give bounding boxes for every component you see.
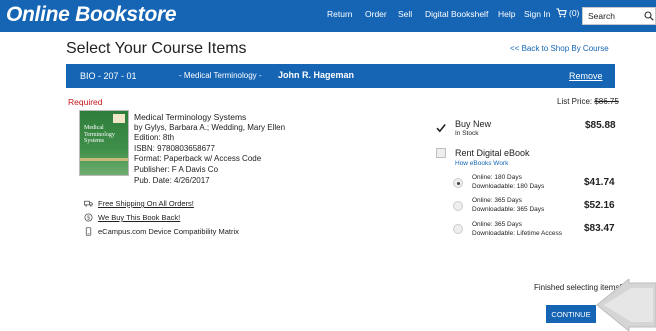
rent-ebook-label: Rent Digital eBook <box>455 148 530 158</box>
pointer-arrow-icon <box>596 279 656 331</box>
how-ebooks-work-link[interactable]: How eBooks Work <box>455 160 508 167</box>
svg-text:$: $ <box>87 215 90 221</box>
cart-icon <box>556 8 567 18</box>
book-authors: by Gylys, Barbara A.; Wedding, Mary Elle… <box>134 122 286 132</box>
rental-option-radio-3[interactable] <box>453 224 463 234</box>
rental-option-radio-1[interactable] <box>453 178 463 188</box>
back-to-shop-link[interactable]: << Back to Shop By Course <box>510 44 609 53</box>
course-instructor: John R. Hageman <box>278 70 355 80</box>
rental-option-1-price: $41.74 <box>584 177 615 188</box>
rental-option-2-price: $52.16 <box>584 200 615 211</box>
search-icon[interactable] <box>644 11 654 21</box>
rental-option-radio-2[interactable] <box>453 201 463 211</box>
course-name: - Medical Terminology - <box>179 71 262 80</box>
page-title: Select Your Course Items <box>66 40 247 57</box>
rental-option-3: Online: 365 Days Downloadable: Lifetime … <box>472 221 562 238</box>
dollar-icon: $ <box>84 213 93 222</box>
site-logo[interactable]: Online Bookstore <box>6 3 177 27</box>
continue-button[interactable]: CONTINUE <box>546 305 596 323</box>
checkmark-icon <box>436 123 446 133</box>
buy-new-label: Buy New <box>455 119 492 129</box>
rental-option-3-download: Downloadable: Lifetime Access <box>472 229 562 237</box>
book-format: Format: Paperback w/ Access Code <box>134 154 262 164</box>
rental-option-1-download: Downloadable: 180 Days <box>472 182 545 190</box>
book-isbn: ISBN: 9780803658677 <box>134 143 215 153</box>
cover-stripe <box>80 158 128 161</box>
nav-help[interactable]: Help <box>498 9 515 19</box>
rent-ebook-checkbox[interactable] <box>436 148 446 158</box>
nav-sell[interactable]: Sell <box>398 9 412 19</box>
device-icon <box>85 227 92 236</box>
rental-option-1-online: Online: 180 Days <box>472 174 522 181</box>
free-shipping-item: Free Shipping On All Orders! <box>84 199 194 208</box>
cover-badge <box>113 114 125 123</box>
free-shipping-link[interactable]: Free Shipping On All Orders! <box>98 199 194 208</box>
nav-return[interactable]: Return <box>327 9 353 19</box>
buy-new-checkbox[interactable] <box>436 120 446 133</box>
stock-status: In Stock <box>455 130 479 137</box>
book-title: Medical Terminology Systems <box>134 112 247 122</box>
search-box <box>582 7 656 25</box>
book-edition: Edition: 8th <box>134 133 175 143</box>
cover-title-line-3: Systems <box>84 138 105 144</box>
book-publisher: Publisher: F A Davis Co <box>134 164 219 174</box>
buyback-item: $ We Buy This Book Back! <box>84 213 180 222</box>
rental-option-2-download: Downloadable: 365 Days <box>472 205 545 213</box>
rental-option-3-online: Online: 365 Days <box>472 221 522 228</box>
nav-digital-bookshelf[interactable]: Digital Bookshelf <box>425 9 488 19</box>
course-code: BIO - 207 - 01 <box>80 71 137 81</box>
rental-option-1: Online: 180 Days Downloadable: 180 Days <box>472 174 544 191</box>
list-price-label: List Price: <box>557 97 593 106</box>
remove-course-link[interactable]: Remove <box>569 71 603 81</box>
cart-count: (0) <box>569 8 580 18</box>
search-input[interactable] <box>583 8 643 24</box>
course-header-bar: BIO - 207 - 01 - Medical Terminology - J… <box>66 64 615 88</box>
compatibility-item: eCampus.com Device Compatibility Matrix <box>84 227 239 236</box>
nav-sign-in[interactable]: Sign In <box>524 9 550 19</box>
book-details: Medical Terminology Systems by Gylys, Ba… <box>134 112 285 186</box>
truck-icon <box>84 200 93 207</box>
list-price-value: $86.75 <box>594 97 619 106</box>
cart-button[interactable]: (0) <box>556 8 579 18</box>
rental-option-3-price: $83.47 <box>584 223 615 234</box>
buy-new-price: $85.88 <box>585 120 616 131</box>
rental-option-2-online: Online: 365 Days <box>472 197 522 204</box>
nav-order[interactable]: Order <box>365 9 387 19</box>
buyback-link[interactable]: We Buy This Book Back! <box>98 213 180 222</box>
top-navigation-bar: Online Bookstore Return Order Sell Digit… <box>0 0 656 32</box>
cover-title: Medical Terminology Systems <box>84 125 115 145</box>
book-cover-image: Medical Terminology Systems <box>79 110 129 176</box>
rental-option-2: Online: 365 Days Downloadable: 365 Days <box>472 197 544 214</box>
required-label: Required <box>68 97 103 107</box>
compatibility-text: eCampus.com Device Compatibility Matrix <box>98 227 239 236</box>
book-pub-date: Pub. Date: 4/26/2017 <box>134 175 210 185</box>
list-price: List Price: $86.75 <box>557 97 619 106</box>
